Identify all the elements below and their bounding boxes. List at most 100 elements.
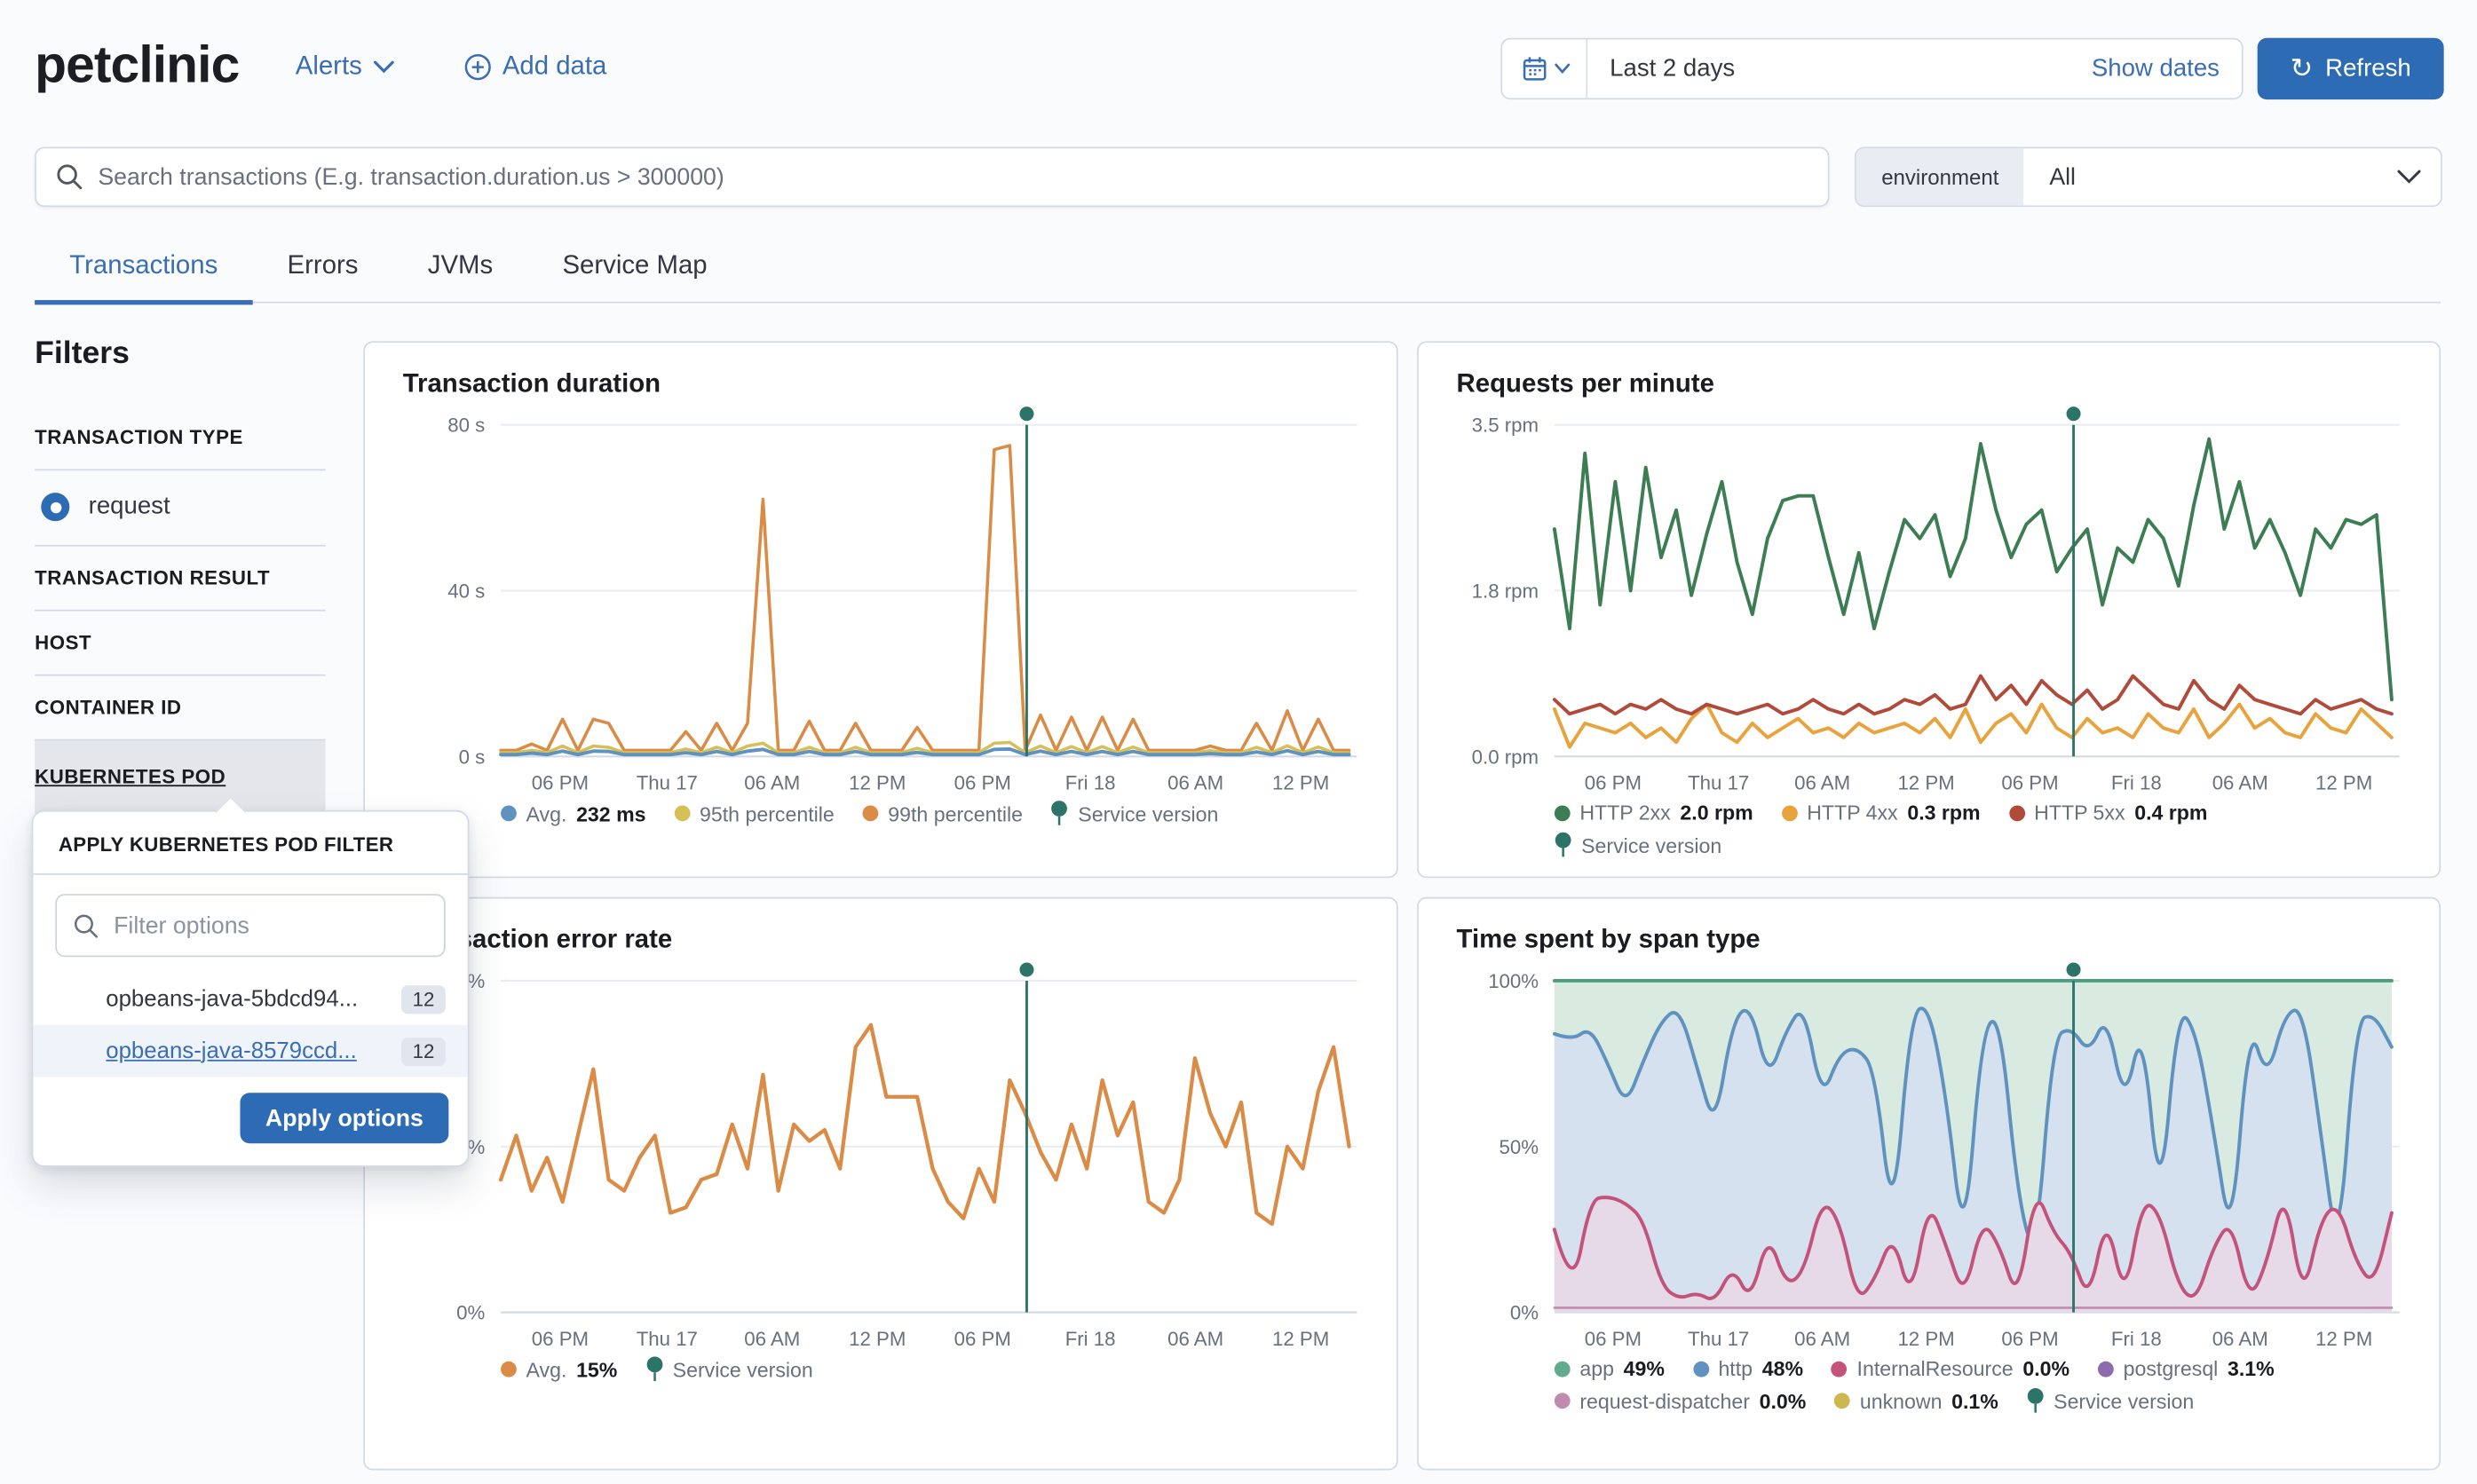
legend-item-internalresource[interactable]: InternalResource0.0%	[1832, 1356, 2069, 1380]
transaction-search	[35, 146, 1829, 207]
x-axis-label: 06 AM	[1167, 1328, 1223, 1350]
x-axis-label: 06 AM	[2212, 1328, 2268, 1350]
y-axis-label: 0%	[1510, 1302, 1539, 1324]
chart-plot-area[interactable]: 3.5 rpm1.8 rpm0.0 rpm06 PMThu 1706 AM12 …	[1457, 403, 2402, 798]
apply-options-button[interactable]: Apply options	[240, 1093, 448, 1143]
service-version-annotation[interactable]	[1019, 963, 1033, 1313]
show-dates-link[interactable]: Show dates	[2092, 54, 2220, 83]
service-version-pin-icon	[1555, 833, 1572, 857]
filters-title: Filters	[35, 336, 325, 373]
popup-title: APPLY KUBERNETES POD FILTER	[33, 812, 467, 875]
filter-options-input[interactable]	[114, 912, 428, 939]
legend-dot-icon	[1555, 805, 1571, 821]
chart-title: Transaction duration	[403, 369, 1358, 399]
filter-section-transaction-result[interactable]: TRANSACTION RESULT	[35, 547, 325, 612]
legend-value: 232 ms	[576, 801, 645, 825]
legend-item-http-2xx[interactable]: HTTP 2xx2.0 rpm	[1555, 801, 1753, 825]
legend-item-avg-[interactable]: Avg.232 ms	[501, 801, 645, 825]
filter-section-transaction-type[interactable]: TRANSACTION TYPE	[35, 406, 325, 470]
service-version-pin-icon	[1051, 801, 1069, 825]
legend-label: 95th percentile	[700, 801, 835, 825]
x-axis-label: 06 AM	[744, 772, 800, 794]
x-axis-label: 06 PM	[2001, 772, 2058, 794]
chart-canvas[interactable]: 100%50%0%06 PMThu 1706 AM12 PM06 PMFri 1…	[1457, 959, 2402, 1354]
environment-select[interactable]: environment All	[1855, 146, 2442, 207]
y-axis-label: 50%	[1500, 1136, 1539, 1158]
x-axis-label: 06 AM	[744, 1328, 800, 1350]
legend-item-service-version[interactable]: Service version	[2027, 1388, 2194, 1413]
transaction-type-request-option[interactable]: request	[35, 470, 325, 546]
legend-item-avg-[interactable]: Avg.15%	[501, 1357, 617, 1381]
x-axis-label: 06 AM	[2212, 772, 2268, 794]
legend-item-unknown[interactable]: unknown0.1%	[1834, 1389, 1998, 1413]
add-data-label: Add data	[503, 52, 607, 83]
series-95th-percentile	[501, 742, 1349, 753]
legend-label: request-dispatcher	[1579, 1389, 1750, 1413]
time-spent-by-span-type-card: Time spent by span type 100%50%0%06 PMTh…	[1417, 897, 2441, 1471]
legend-item-http-5xx[interactable]: HTTP 5xx0.4 rpm	[2009, 801, 2208, 825]
legend-item-postgresql[interactable]: postgresql3.1%	[2098, 1356, 2275, 1380]
legend-dot-icon	[501, 1362, 517, 1377]
legend-dot-icon	[2009, 805, 2025, 821]
legend-item-request-dispatcher[interactable]: request-dispatcher 0.0%	[1555, 1389, 1806, 1413]
chart-canvas[interactable]: 3.5 rpm1.8 rpm0.0 rpm06 PMThu 1706 AM12 …	[1457, 403, 2402, 798]
kubernetes-pod-label: KUBERNETES POD	[35, 766, 226, 788]
chart-plot-area[interactable]: 80 s40 s0 s06 PMThu 1706 AM12 PM06 PMFri…	[403, 403, 1358, 798]
x-axis-label: 06 PM	[1585, 772, 1642, 794]
filter-section-host[interactable]: HOST	[35, 612, 325, 676]
legend-item-http[interactable]: http48%	[1693, 1356, 1803, 1380]
legend-item-app[interactable]: app49%	[1555, 1356, 1665, 1380]
tab-transactions[interactable]: Transactions	[35, 237, 252, 302]
legend-value: 0.0%	[2022, 1356, 2069, 1380]
legend-label: app	[1579, 1356, 1614, 1380]
refresh-button[interactable]: ↻ Refresh	[2258, 38, 2444, 99]
chart-legend: Avg.15% Service version	[501, 1356, 1358, 1381]
chart-plot-area[interactable]: 100%50%0%06 PMThu 1706 AM12 PM06 PMFri 1…	[1457, 959, 2402, 1354]
legend-item-service-version[interactable]: Service version	[1051, 801, 1218, 825]
legend-dot-icon	[1832, 1361, 1848, 1377]
tab-jvms[interactable]: JVMs	[393, 237, 528, 302]
y-axis-label: 100%	[1488, 970, 1539, 992]
add-data-link[interactable]: Add data	[464, 52, 606, 83]
legend-value: 0.0%	[1760, 1389, 1807, 1413]
refresh-label: Refresh	[2325, 54, 2411, 83]
chart-canvas[interactable]: 80 s40 s0 s06 PMThu 1706 AM12 PM06 PMFri…	[403, 403, 1358, 798]
legend-item-http-4xx[interactable]: HTTP 4xx0.3 rpm	[1782, 801, 1981, 825]
legend-label: postgresql	[2124, 1356, 2219, 1380]
search-input[interactable]	[98, 163, 1808, 190]
x-axis-label: Fri 18	[2111, 1328, 2162, 1350]
chart-legend: Avg.232 ms 95th percentile 99th percentile…	[501, 801, 1358, 825]
pod-option-count-badge: 12	[401, 1037, 446, 1065]
filter-section-container-id[interactable]: CONTAINER ID	[35, 676, 325, 741]
legend-item-service-version[interactable]: Service version	[1555, 833, 1721, 857]
radio-selected-icon[interactable]	[41, 493, 69, 521]
pod-option-1[interactable]: opbeans-java-5bdcd94... 12	[33, 973, 467, 1025]
x-axis-label: Thu 17	[637, 1328, 698, 1350]
date-range-value[interactable]: Last 2 days	[1610, 54, 2092, 83]
filters-panel: Filters TRANSACTION TYPE request TRANSAC…	[35, 336, 325, 813]
legend-item-95th-percentile[interactable]: 95th percentile	[675, 801, 835, 825]
calendar-menu-button[interactable]	[1502, 39, 1587, 98]
legend-dot-icon	[2098, 1361, 2114, 1377]
legend-value: 0.3 rpm	[1907, 801, 1980, 825]
legend-label: HTTP 5xx	[2034, 801, 2125, 825]
legend-label: 99th percentile	[888, 801, 1023, 825]
pod-option-2[interactable]: opbeans-java-8579ccd... 12	[33, 1025, 467, 1077]
y-axis-label: 3.5 rpm	[1472, 414, 1539, 437]
alerts-dropdown[interactable]: Alerts	[296, 52, 395, 83]
y-axis-label: 80 s	[447, 414, 485, 437]
filter-section-kubernetes-pod[interactable]: KUBERNETES POD	[35, 741, 325, 814]
legend-dot-icon	[675, 805, 691, 821]
popup-filter-search	[55, 894, 445, 957]
legend-item-service-version[interactable]: Service version	[645, 1356, 812, 1381]
refresh-icon: ↻	[2291, 55, 2313, 82]
tab-service-map[interactable]: Service Map	[527, 237, 741, 302]
tab-errors[interactable]: Errors	[252, 237, 392, 302]
chart-canvas[interactable]: 30%15%0%06 PMThu 1706 AM12 PM06 PMFri 18…	[403, 959, 1358, 1354]
x-axis-label: 06 PM	[1585, 1328, 1642, 1350]
environment-value: All	[2049, 163, 2396, 190]
legend-item-99th-percentile[interactable]: 99th percentile	[863, 801, 1023, 825]
y-axis-label: 0%	[456, 1302, 485, 1324]
legend-value: 0.1%	[1951, 1389, 1998, 1413]
chart-plot-area[interactable]: 30%15%0%06 PMThu 1706 AM12 PM06 PMFri 18…	[403, 959, 1358, 1354]
